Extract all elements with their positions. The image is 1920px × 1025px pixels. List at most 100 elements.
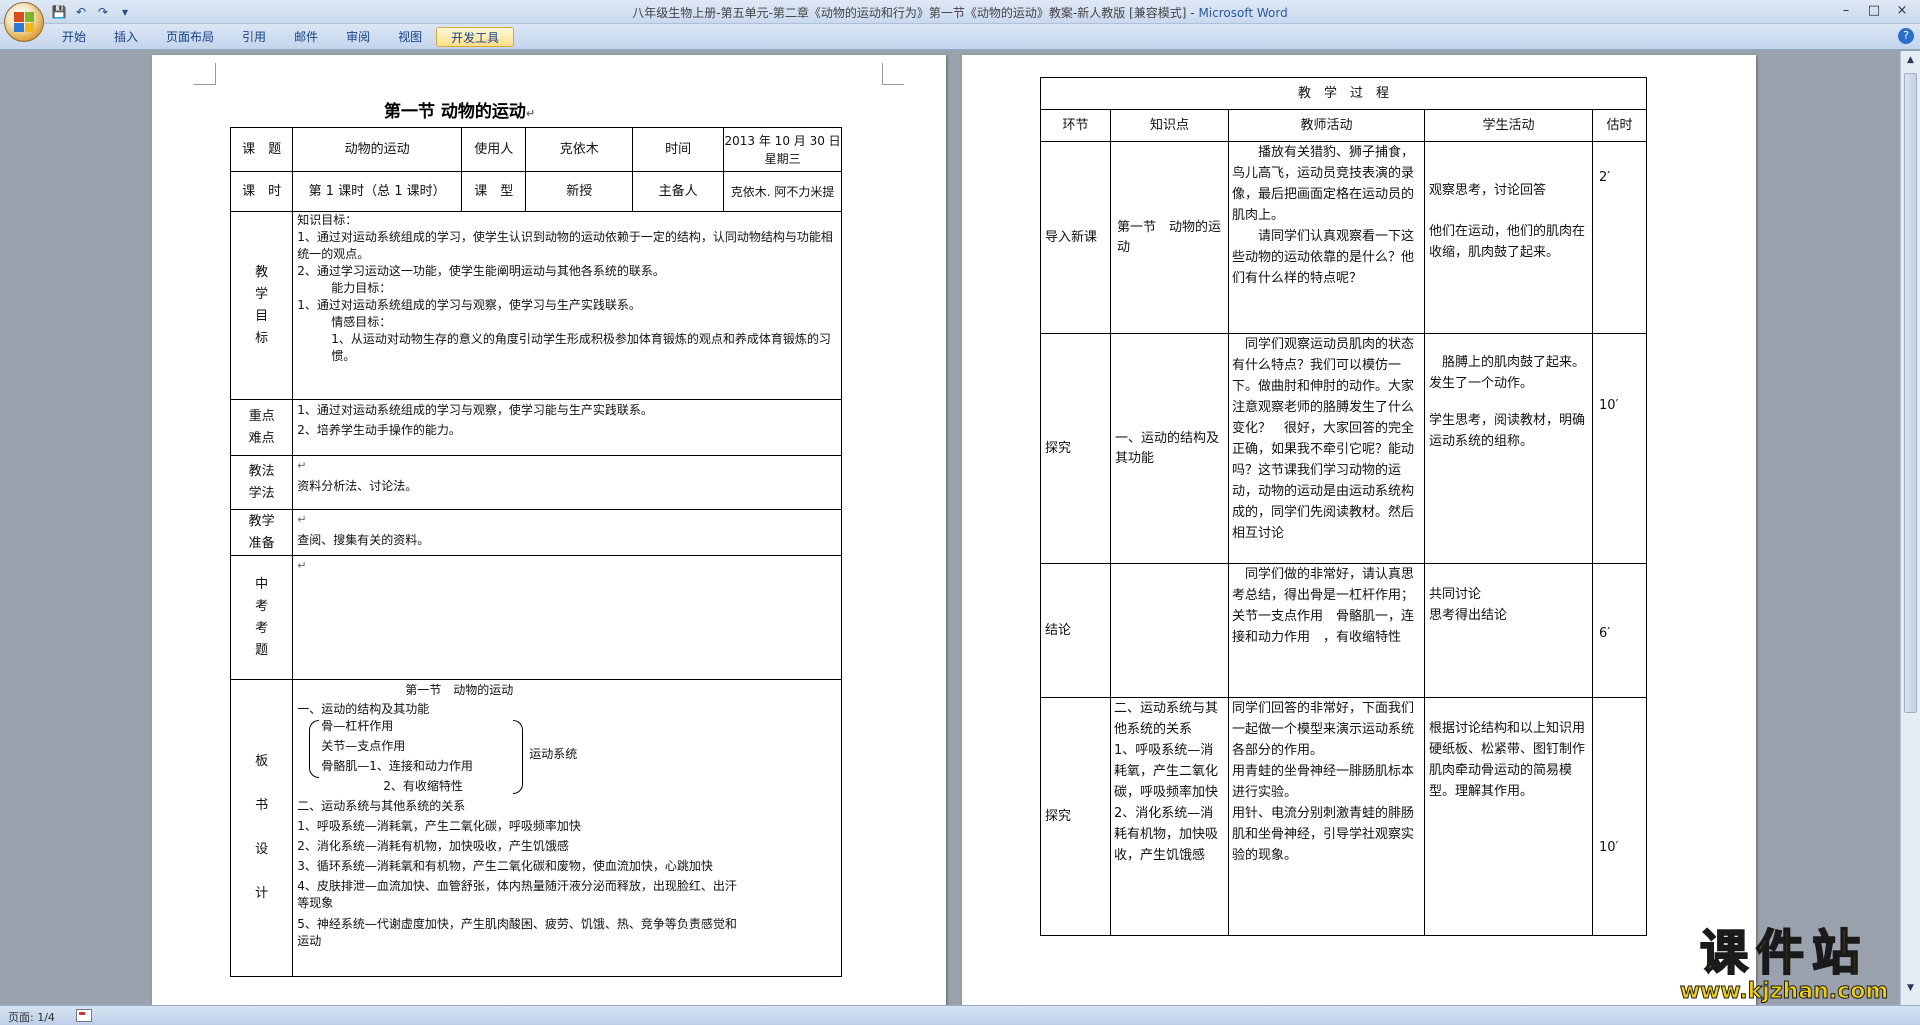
- right-brace: [513, 720, 524, 794]
- paragraph-mark: ↵: [297, 513, 307, 526]
- exam-content: ↵: [292, 555, 842, 680]
- table-row: 导入新课 第一节 动物的运动 播放有关猎豹、狮子捕食，鸟儿高飞，运动员竞技表演的…: [1040, 141, 1648, 334]
- table-row: 课 时 第 1 课时（总 1 课时） 课 型 新授 主备人 克依木. 阿不力米提: [229, 171, 842, 212]
- teacher-text: 请同学们认真观察看一下这些动物的运动依靠的是什么？他们有什么样的特点呢？: [1232, 229, 1415, 286]
- stage-cell: 探究: [1040, 333, 1111, 564]
- board-label: 板 书 设 计: [229, 679, 294, 977]
- ribbon: 开始 插入 页面布局 引用 邮件 审阅 视图 开发工具 ?: [0, 24, 1920, 50]
- col-time: 估时: [1591, 109, 1648, 142]
- method-label-line: 教法: [248, 463, 275, 479]
- student-text: 学生思考，阅读教材，明确运动系统的组称。: [1429, 413, 1586, 449]
- goals-line: 1、通过对运动系统组成的学习，使学生认识到动物的运动依赖于一定的结构，认同动物结…: [297, 230, 833, 261]
- student-text: 共同讨论: [1429, 587, 1482, 602]
- board-relation: 5、神经系统—代谢虚度加快，产生肌肉酸困、疲劳、饥饿、热、竞争等负责感觉和运动: [297, 917, 737, 948]
- table-row: 教学 准备 ↵ 查阅、搜集有关的资料。: [229, 509, 842, 556]
- table-row: 中 考 考 题 ↵: [229, 555, 842, 680]
- board-label-char: 设: [255, 842, 269, 857]
- teacher-text: 用青蛙的坐骨神经一腓肠肌标本进行实验。: [1232, 764, 1415, 800]
- table-row: 课 题 动物的运动 使用人 克依木 时间 2013 年 10 月 30 日星期三: [229, 127, 842, 172]
- board-item: 骨骼肌—1、连接和动力作用: [321, 759, 473, 773]
- exam-label-char: 中: [255, 576, 269, 592]
- board-section-1: 一、运动的结构及其功能: [297, 702, 430, 716]
- minimize-button[interactable]: –: [1832, 0, 1860, 20]
- board-item: 骨—杠杆作用: [321, 719, 394, 733]
- time-cell: 2′: [1591, 141, 1648, 334]
- board-relation: 1、呼吸系统—消耗氧，产生二氧化碳，呼吸频率加快: [297, 819, 581, 833]
- method-content: ↵ 资料分析法、讨论法。: [292, 455, 842, 510]
- goals-line: 1、通过对运动系统组成的学习与观察，使学习与生产实践联系。: [297, 298, 641, 312]
- scroll-up-icon[interactable]: ▲: [1903, 53, 1918, 68]
- watermark-logo: 课件站 www.kjzhan.com: [1668, 924, 1900, 1004]
- maximize-button[interactable]: □: [1860, 0, 1888, 20]
- student-text: 他们在运动，他们的肌肉在收缩，肌肉鼓了起来。: [1429, 224, 1586, 260]
- method-label-line: 学法: [248, 485, 275, 501]
- stage-cell: 探究: [1040, 697, 1111, 936]
- scroll-thumb[interactable]: [1904, 73, 1917, 713]
- proofing-icon[interactable]: [76, 1009, 92, 1022]
- prep-label-line: 教学: [248, 513, 275, 529]
- teacher-text: 同学们回答的非常好，下面我们一起做一个模型来演示运动系统各部分的作用。: [1232, 701, 1415, 758]
- table-row: 探究 一、运动的结构及其功能 同学们观察运动员肌肉的状态有什么特点？我们可以模仿…: [1040, 333, 1648, 564]
- title-bar: 💾 ↶ ↷ ▾ 八年级生物上册-第五单元-第二章《动物的运动和行为》第一节《动物…: [0, 0, 1920, 42]
- document-workspace: 第一节 动物的运动↵ 课 题 动物的运动 使用人 克依木 时间 2013 年 1…: [0, 51, 1900, 1005]
- student-text: 发生了一个动作。: [1429, 376, 1534, 391]
- key-line: 1、通过对运动系统组成的学习与观察，使学习能与生产实践联系。: [297, 403, 653, 417]
- teacher-cell: 同学们做的非常好，请认真思考总结，得出骨是一杠杆作用；关节一支点作用 骨骼肌一，…: [1228, 563, 1425, 698]
- vertical-scrollbar[interactable]: ▲ ▼: [1900, 51, 1920, 1005]
- tab-references[interactable]: 引用: [228, 27, 280, 47]
- key-line: 2、培养学生动手操作的能力。: [297, 423, 461, 437]
- paragraph-mark: ↵: [525, 107, 536, 120]
- document-name: 八年级生物上册-第五单元-第二章《动物的运动和行为》第一节《动物的运动》教案-新…: [632, 6, 1187, 20]
- goals-line: 能力目标：: [331, 281, 392, 295]
- page-indicator[interactable]: 页面: 1/4: [8, 1009, 55, 1025]
- window-title: 八年级生物上册-第五单元-第二章《动物的运动和行为》第一节《动物的运动》教案-新…: [632, 6, 1288, 20]
- stage-cell: 结论: [1040, 563, 1111, 698]
- scroll-down-icon[interactable]: ▼: [1903, 981, 1918, 996]
- topic-label: 课 题: [229, 127, 294, 172]
- goals-label: 教 学 目 标: [229, 211, 294, 400]
- page-2: 教 学 过 程 环节 知识点 教师活动 学生活动 估时 导入新课 第一节 动物的…: [962, 55, 1756, 1005]
- lesson-title: 第一节 动物的运动↵: [384, 97, 764, 122]
- close-button[interactable]: ×: [1888, 0, 1916, 20]
- watermark-url: www.kjzhan.com: [1679, 979, 1889, 1004]
- student-text: 观察思考，讨论回答: [1429, 183, 1547, 198]
- tab-view[interactable]: 视图: [384, 27, 436, 47]
- board-section-2: 二、运动系统与其他系统的关系: [297, 799, 466, 813]
- table-row: 探究 二、运动系统与其他系统的关系 1、呼吸系统—消耗氧，产生二氧化碳，呼吸频率…: [1040, 697, 1648, 936]
- time-label: 时间: [632, 127, 725, 172]
- tab-mailings[interactable]: 邮件: [280, 27, 332, 47]
- tab-home[interactable]: 开始: [48, 27, 100, 47]
- prep-person-label: 主备人: [632, 171, 725, 212]
- key-label-line: 难点: [248, 430, 275, 446]
- lesson-title-text: 第一节 动物的运动: [384, 102, 526, 122]
- time-cell: 10′: [1591, 333, 1648, 564]
- hours-label: 课 时: [229, 171, 294, 212]
- board-relation: 2、消化系统—消耗有机物，加快吸收，产生饥饿感: [297, 839, 569, 853]
- watermark-text: 课件站: [1699, 924, 1868, 982]
- student-text: 思考得出结论: [1429, 608, 1508, 623]
- user-label: 使用人: [461, 127, 527, 172]
- tab-review[interactable]: 审阅: [332, 27, 384, 47]
- topic-value: 动物的运动: [292, 127, 463, 172]
- board-item: 2、有收缩特性: [383, 779, 463, 793]
- status-bar: 页面: 1/4: [0, 1005, 1920, 1025]
- tab-insert[interactable]: 插入: [100, 27, 152, 47]
- student-cell: 共同讨论 思考得出结论: [1424, 563, 1593, 698]
- app-name: Microsoft Word: [1198, 6, 1288, 20]
- teaching-process-table: 教 学 过 程 环节 知识点 教师活动 学生活动 估时 导入新课 第一节 动物的…: [1039, 77, 1648, 936]
- board-label-char: 板: [255, 754, 269, 769]
- col-stage: 环节: [1040, 109, 1111, 142]
- tab-developer[interactable]: 开发工具: [436, 27, 515, 47]
- board-content: 第一节 动物的运动 一、运动的结构及其功能 骨—杠杆作用 关节—支点作用 骨骼肌…: [292, 679, 842, 977]
- lesson-plan-table: 课 题 动物的运动 使用人 克依木 时间 2013 年 10 月 30 日星期三…: [229, 127, 842, 977]
- board-design: 第一节 动物的运动 一、运动的结构及其功能 骨—杠杆作用 关节—支点作用 骨骼肌…: [293, 680, 841, 976]
- student-text: 胳膊上的肌肉鼓了起来。: [1442, 355, 1586, 370]
- paragraph-mark: ↵: [297, 559, 307, 572]
- table-row: 教 学 目 标 知识目标： 1、通过对运动系统组成的学习，使学生认识到动物的运动…: [229, 211, 842, 400]
- office-button[interactable]: [4, 2, 44, 42]
- tab-page-layout[interactable]: 页面布局: [152, 27, 228, 47]
- point-cell: 二、运动系统与其他系统的关系 1、呼吸系统—消耗氧，产生二氧化碳，呼吸频率加快 …: [1110, 697, 1229, 936]
- board-title: 第一节 动物的运动: [405, 683, 514, 697]
- method-label: 教法 学法: [229, 455, 294, 510]
- help-icon[interactable]: ?: [1898, 28, 1914, 44]
